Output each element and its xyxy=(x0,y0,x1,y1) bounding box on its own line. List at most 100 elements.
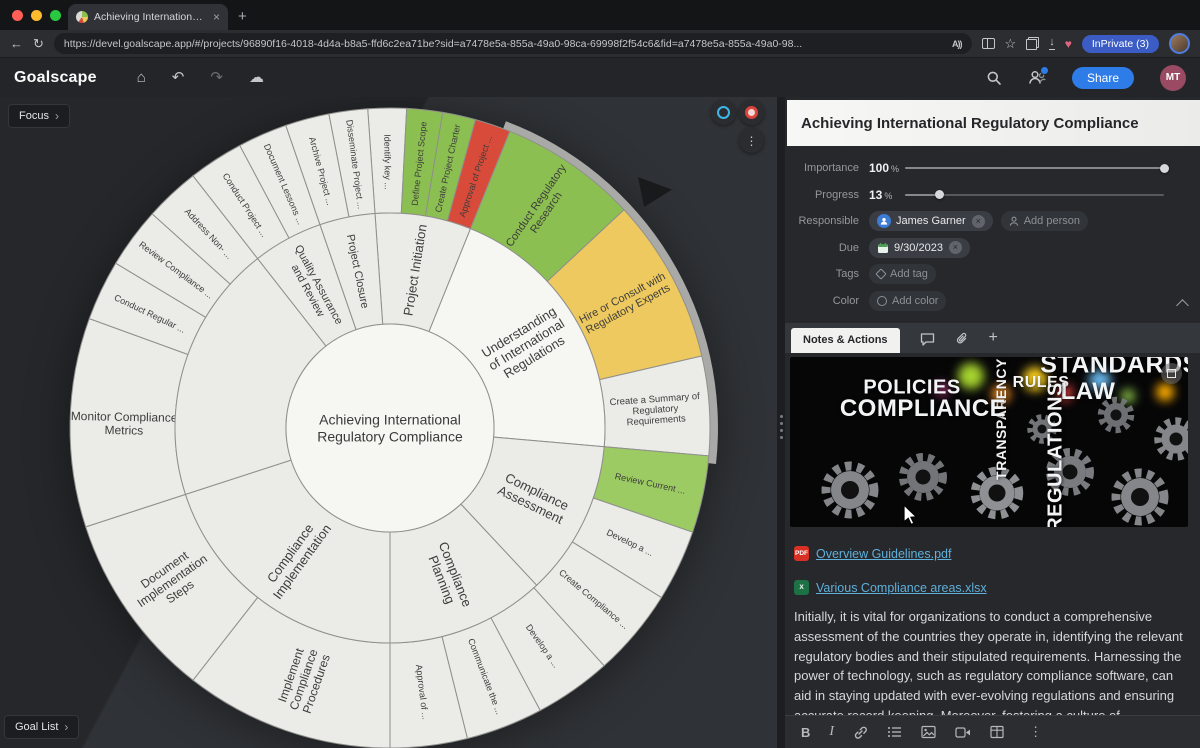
image-word: REGULATIONS xyxy=(1045,382,1068,527)
image-word: LAW xyxy=(1061,378,1116,406)
canvas-more-button[interactable]: ⋮ xyxy=(739,128,764,153)
due-row: Due 9/30/2023 × xyxy=(785,235,1200,262)
browser-essentials-icon[interactable]: ♥ xyxy=(1065,38,1072,50)
tab-close-icon[interactable]: × xyxy=(213,10,220,24)
goal-title-card[interactable]: Achieving International Regulatory Compl… xyxy=(787,100,1200,146)
person-avatar-icon xyxy=(877,214,891,228)
notification-badge xyxy=(1040,66,1049,75)
insert-table-button[interactable] xyxy=(990,725,1004,739)
progress-value: 13% xyxy=(869,188,905,202)
goalscape-favicon-icon xyxy=(76,11,88,23)
macos-zoom-button[interactable] xyxy=(50,10,61,21)
goalscape-logo: Goalscape xyxy=(14,69,97,87)
app-header: Goalscape ⌂ ↶ ↷ ☁ Share MT xyxy=(0,58,1200,97)
color-circle-icon xyxy=(877,296,887,306)
new-tab-button[interactable]: + xyxy=(238,8,247,25)
remove-due-icon[interactable]: × xyxy=(949,241,962,254)
remove-person-icon[interactable]: × xyxy=(972,215,985,228)
attachment-link-pdf[interactable]: PDF Overview Guidelines.pdf xyxy=(794,546,951,561)
favorites-star-icon[interactable]: ☆ xyxy=(1005,37,1017,50)
goal-properties: Importance 100% Progress 13% Responsible xyxy=(785,155,1200,314)
attachment-paperclip-icon[interactable] xyxy=(955,332,969,346)
drag-dots-icon xyxy=(780,415,783,418)
add-person-chip[interactable]: Add person xyxy=(1001,211,1088,231)
user-avatar[interactable]: MT xyxy=(1160,65,1186,91)
canvas-record-button[interactable] xyxy=(739,100,764,125)
tags-row: Tags Add tag xyxy=(785,261,1200,288)
chevron-right-icon: › xyxy=(55,109,59,123)
responsible-person-chip[interactable]: James Garner × xyxy=(869,211,993,231)
list-button[interactable] xyxy=(887,725,902,739)
add-person-placeholder: Add person xyxy=(1024,215,1080,227)
read-aloud-icon[interactable]: A)) xyxy=(952,39,962,49)
refresh-icon[interactable]: ↻ xyxy=(33,37,44,50)
importance-row: Importance 100% xyxy=(785,155,1200,182)
attachment-name[interactable]: Various Compliance areas.xlsx xyxy=(816,581,987,595)
focus-button[interactable]: Focus › xyxy=(8,104,70,128)
browser-navbar: ← ↻ https://devel.goalscape.app/#/projec… xyxy=(0,30,1200,58)
note-image[interactable]: STANDARDSPOLICIESTRANSPARENCYRULESLAWCOM… xyxy=(790,357,1188,527)
search-icon[interactable] xyxy=(986,70,1002,86)
goal-label: Identify key ... xyxy=(382,134,392,190)
person-name: James Garner xyxy=(896,215,966,227)
goal-list-label: Goal List xyxy=(15,721,58,733)
slider-thumb[interactable] xyxy=(935,190,944,199)
due-label: Due xyxy=(785,242,859,254)
select-square-icon xyxy=(1167,369,1176,378)
tag-icon xyxy=(875,269,886,280)
add-color-chip[interactable]: Add color xyxy=(869,291,946,311)
italic-button[interactable]: I xyxy=(829,724,834,740)
back-icon[interactable]: ← xyxy=(10,37,23,50)
note-text[interactable]: Initially, it is vital for organizations… xyxy=(794,607,1188,715)
editor-toolbar: B I ⋮ xyxy=(785,715,1200,748)
more-options-icon[interactable]: ⋮ xyxy=(1029,724,1042,740)
attachment-link-xlsx[interactable]: X Various Compliance areas.xlsx xyxy=(794,580,987,595)
goal-map-canvas[interactable]: Identify key ...Define Project ScopeCrea… xyxy=(0,97,777,748)
macos-close-button[interactable] xyxy=(12,10,23,21)
details-panel: Achieving International Regulatory Compl… xyxy=(785,97,1200,748)
url-text[interactable]: https://devel.goalscape.app/#/projects/9… xyxy=(64,38,944,50)
add-tag-chip[interactable]: Add tag xyxy=(869,264,936,284)
undo-icon[interactable]: ↶ xyxy=(172,70,185,85)
redo-icon[interactable]: ↷ xyxy=(210,70,223,85)
browser-tab-strip: Achieving International Regula... × + xyxy=(0,0,1200,30)
url-bar[interactable]: https://devel.goalscape.app/#/projects/9… xyxy=(54,33,972,54)
split-screen-icon[interactable] xyxy=(982,38,995,49)
browser-profile-avatar[interactable] xyxy=(1169,33,1190,54)
add-tab-button[interactable]: + xyxy=(989,330,998,346)
slider-thumb[interactable] xyxy=(1160,164,1169,173)
progress-slider[interactable] xyxy=(905,188,1164,202)
due-date-chip[interactable]: 9/30/2023 × xyxy=(869,238,970,258)
gears-graphic xyxy=(790,357,1188,527)
browser-tab[interactable]: Achieving International Regula... × xyxy=(68,4,228,30)
inprivate-badge[interactable]: InPrivate (3) xyxy=(1082,35,1159,53)
tags-label: Tags xyxy=(785,268,859,280)
canvas-compass-button[interactable] xyxy=(711,100,736,125)
home-icon[interactable]: ⌂ xyxy=(137,70,146,85)
bold-button[interactable]: B xyxy=(801,725,810,740)
workspace: Identify key ...Define Project ScopeCrea… xyxy=(0,97,1200,748)
goal-list-button[interactable]: Goal List › xyxy=(4,715,79,739)
panel-resize-handle[interactable] xyxy=(777,97,785,748)
insert-image-button[interactable] xyxy=(921,725,936,739)
cloud-sync-icon[interactable]: ☁ xyxy=(249,70,264,85)
downloads-icon[interactable]: ↓ xyxy=(1049,37,1055,50)
attachment-name[interactable]: Overview Guidelines.pdf xyxy=(816,547,951,561)
link-button[interactable] xyxy=(853,725,868,740)
macos-minimize-button[interactable] xyxy=(31,10,42,21)
macos-window-controls xyxy=(12,10,61,21)
image-word: COMPLIANCE xyxy=(840,395,1006,423)
image-select-button[interactable] xyxy=(1161,363,1182,384)
progress-label: Progress xyxy=(785,189,859,201)
comment-icon[interactable] xyxy=(920,332,935,346)
collections-icon[interactable] xyxy=(1026,37,1039,50)
center-goal-label: Achieving InternationalRegulatory Compli… xyxy=(317,412,463,445)
importance-slider[interactable] xyxy=(905,161,1164,175)
share-button[interactable]: Share xyxy=(1072,67,1134,89)
insert-video-button[interactable] xyxy=(955,726,971,739)
tab-notes-actions[interactable]: Notes & Actions xyxy=(791,328,900,353)
responsible-row: Responsible James Garner × Add person xyxy=(785,208,1200,235)
collaborators-icon[interactable] xyxy=(1028,70,1046,85)
chevron-right-icon: › xyxy=(64,720,68,734)
mouse-cursor xyxy=(902,505,918,525)
